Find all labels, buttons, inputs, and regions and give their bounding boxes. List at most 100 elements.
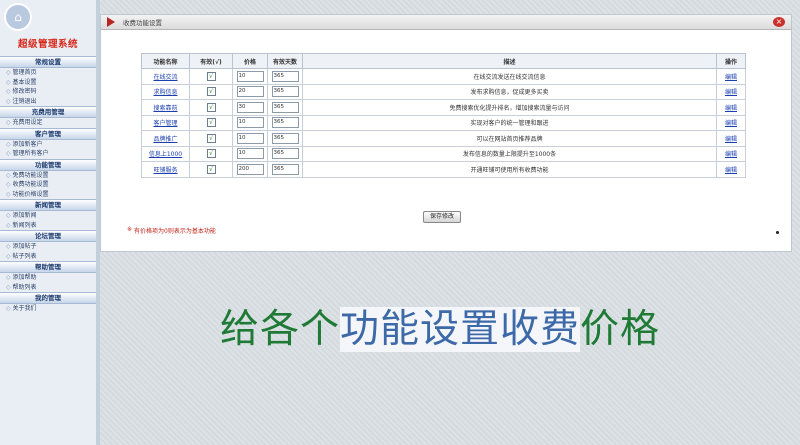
feature-name-link[interactable]: 信息上1000 (141, 145, 190, 162)
sidebar-item[interactable]: 添加新闻 (0, 211, 96, 221)
sidebar-item[interactable]: 注销退出 (0, 97, 96, 107)
sidebar: ⌂ 超级管理系统 常规设置管理首页基本设置修改密码注销退出充费用管理充费用设定客… (0, 0, 97, 445)
sidebar-group-head[interactable]: 新闻管理 (0, 199, 96, 211)
table-row: 搜索靠前 √ 30 365 免费搜索优化提升排名，增加搜索流量与访问 编辑 (141, 99, 746, 116)
enabled-cell: √ (189, 130, 233, 147)
checkbox-checked-icon[interactable]: √ (206, 149, 216, 159)
sidebar-item[interactable]: 新闻列表 (0, 221, 96, 231)
price-input[interactable]: 10 (236, 70, 264, 82)
edit-link[interactable]: 编辑 (725, 120, 737, 127)
price-cell: 30 (232, 99, 268, 116)
sidebar-item[interactable]: 充费用设定 (0, 118, 96, 128)
table-row: 信息上1000 √ 10 365 发布信息的数量上限提升至1000条 编辑 (141, 145, 746, 162)
caption-part1: 给各个 (220, 307, 341, 352)
feature-name-link[interactable]: 搜索靠前 (141, 99, 190, 116)
days-input[interactable]: 365 (271, 101, 299, 113)
feature-name-link[interactable]: 品牌推广 (141, 130, 190, 147)
sidebar-item[interactable]: 收费功能设置 (0, 180, 96, 190)
fee-settings-panel: 收费功能设置 × 功能名称 有效(√) 价格 有效天数 描述 操作 在线交流 √ 1… (100, 14, 792, 252)
checkbox-checked-icon[interactable]: √ (206, 118, 216, 128)
days-input[interactable]: 365 (271, 148, 299, 160)
sidebar-item[interactable]: 添加帖子 (0, 242, 96, 252)
price-input[interactable]: 10 (236, 117, 264, 129)
caption: 给各个功能设置收费价格 (220, 298, 660, 354)
checkbox-checked-icon[interactable]: √ (206, 102, 216, 112)
op-cell: 编辑 (716, 99, 746, 116)
panel-title: 收费功能设置 (123, 19, 162, 27)
sidebar-group-head[interactable]: 我的管理 (0, 292, 96, 304)
close-icon[interactable]: × (773, 17, 785, 27)
op-cell: 编辑 (716, 68, 746, 85)
op-cell: 编辑 (716, 83, 746, 100)
logo-icon: ⌂ (4, 3, 32, 31)
feature-name-link[interactable]: 客户管理 (141, 114, 190, 131)
col-header-days: 有效天数 (267, 53, 303, 69)
price-input[interactable]: 10 (236, 148, 264, 160)
sidebar-group-head[interactable]: 常规设置 (0, 56, 96, 68)
sidebar-item[interactable]: 免费功能设置 (0, 171, 96, 181)
days-cell: 365 (267, 83, 303, 100)
sidebar-item[interactable]: 基本设置 (0, 78, 96, 88)
sidebar-item[interactable]: 帮助列表 (0, 283, 96, 293)
feature-name-link[interactable]: 在线交流 (141, 68, 190, 85)
sidebar-item[interactable]: 帖子列表 (0, 252, 96, 262)
sidebar-group-head[interactable]: 帮助管理 (0, 261, 96, 273)
description-cell: 实现对客户的统一管理和跟进 (302, 114, 717, 131)
sidebar-item[interactable]: 添加新客户 (0, 140, 96, 150)
days-input[interactable]: 365 (271, 70, 299, 82)
note-bullet: ※ (127, 226, 133, 233)
sidebar-item[interactable]: 功能价格设置 (0, 190, 96, 200)
checkbox-checked-icon[interactable]: √ (206, 71, 216, 81)
caption-part3: 价格 (580, 307, 661, 352)
days-cell: 365 (267, 130, 303, 147)
price-input[interactable]: 200 (236, 163, 264, 175)
sidebar-item[interactable]: 添加帮助 (0, 273, 96, 283)
op-cell: 编辑 (716, 145, 746, 162)
sidebar-item[interactable]: 管理所有客户 (0, 149, 96, 159)
days-input[interactable]: 365 (271, 86, 299, 98)
price-cell: 10 (232, 68, 268, 85)
description-cell: 在线交流发送在线交流信息 (302, 68, 717, 85)
checkbox-checked-icon[interactable]: √ (206, 87, 216, 97)
checkbox-checked-icon[interactable]: √ (206, 164, 216, 174)
feature-name-link[interactable]: 旺铺服务 (141, 161, 190, 178)
table-header-row: 功能名称 有效(√) 价格 有效天数 描述 操作 (141, 53, 746, 69)
edit-link[interactable]: 编辑 (725, 136, 737, 143)
price-cell: 10 (232, 130, 268, 147)
edit-link[interactable]: 编辑 (725, 167, 737, 174)
logo: ⌂ (0, 0, 96, 34)
col-header-op: 操作 (716, 53, 746, 69)
checkbox-checked-icon[interactable]: √ (206, 133, 216, 143)
edit-link[interactable]: 编辑 (725, 105, 737, 112)
col-header-name: 功能名称 (141, 53, 190, 69)
price-input[interactable]: 20 (236, 86, 264, 98)
price-cell: 10 (232, 114, 268, 131)
days-input[interactable]: 365 (271, 132, 299, 144)
days-input[interactable]: 365 (271, 117, 299, 129)
days-cell: 365 (267, 99, 303, 116)
sidebar-group-head[interactable]: 功能管理 (0, 158, 96, 171)
price-input[interactable]: 10 (236, 132, 264, 144)
days-input[interactable]: 365 (271, 163, 299, 175)
description-cell: 发布求购信息，促成更多买卖 (302, 83, 717, 100)
table-row: 在线交流 √ 10 365 在线交流发送在线交流信息 编辑 (141, 68, 746, 85)
description-cell: 发布信息的数量上限提升至1000条 (302, 145, 717, 162)
sidebar-group-head[interactable]: 充费用管理 (0, 106, 96, 118)
edit-link[interactable]: 编辑 (725, 74, 737, 81)
sidebar-item[interactable]: 管理首页 (0, 68, 96, 78)
edit-link[interactable]: 编辑 (725, 89, 737, 96)
sidebar-item[interactable]: 关于我们 (0, 304, 96, 314)
sidebar-group-head[interactable]: 客户管理 (0, 127, 96, 140)
save-button[interactable]: 保存修改 (423, 211, 461, 223)
price-input[interactable]: 30 (236, 101, 264, 113)
sidebar-group-head[interactable]: 论坛管理 (0, 230, 96, 242)
description-cell: 可以在网站首页推荐品牌 (302, 130, 717, 147)
feature-name-link[interactable]: 求购信息 (141, 83, 190, 100)
days-cell: 365 (267, 114, 303, 131)
days-cell: 365 (267, 68, 303, 85)
edit-link[interactable]: 编辑 (725, 151, 737, 158)
sidebar-item[interactable]: 修改密码 (0, 87, 96, 97)
price-cell: 10 (232, 145, 268, 162)
enabled-cell: √ (189, 114, 233, 131)
caption-part2: 功能设置收费 (340, 307, 581, 352)
